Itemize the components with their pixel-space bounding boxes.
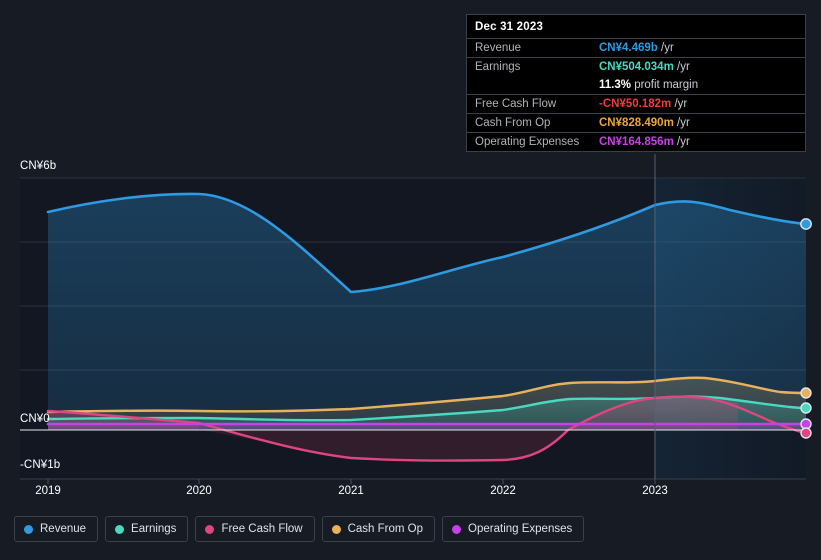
legend-item-operating-expenses[interactable]: Operating Expenses [442, 516, 585, 542]
tooltip-row-operating-expenses: Operating Expenses CN¥164.856m /yr [467, 132, 805, 151]
chart-screenshot: CN¥6b CN¥0 -CN¥1b 2019 2020 2021 2022 20… [0, 0, 821, 560]
earnings-color-dot [115, 524, 125, 534]
operating-expenses-color-dot [452, 524, 462, 534]
x-axis-label-2022: 2022 [490, 485, 516, 497]
hover-tooltip: Dec 31 2023 Revenue CN¥4.469b /yr Earnin… [466, 14, 806, 152]
tooltip-unit-cash-from-op: /yr [677, 117, 690, 129]
tooltip-row-free-cash-flow: Free Cash Flow -CN¥50.182m /yr [467, 94, 805, 114]
revenue-color-dot [24, 524, 33, 534]
legend-item-earnings[interactable]: Earnings [105, 516, 189, 542]
tooltip-unit-profit-margin: profit margin [634, 79, 699, 91]
tooltip-key-revenue: Revenue [467, 38, 591, 58]
tooltip-row-revenue: Revenue CN¥4.469b /yr [467, 38, 805, 58]
tooltip-unit-earnings: /yr [677, 61, 690, 73]
tooltip-amount-cash-from-op: CN¥828.490m [599, 117, 674, 129]
tooltip-unit-operating-expenses: /yr [677, 136, 690, 148]
tooltip-key-free-cash-flow: Free Cash Flow [467, 94, 591, 114]
legend-item-free-cash-flow[interactable]: Free Cash Flow [195, 516, 315, 542]
y-axis-label-0: CN¥0 [20, 413, 50, 425]
legend-label-cash-from-op: Cash From Op [347, 523, 424, 535]
revenue-endpoint-dot [800, 218, 812, 230]
cash-from-op-color-dot [331, 524, 341, 534]
free-cash-flow-color-dot [205, 524, 215, 534]
tooltip-unit-free-cash-flow: /yr [674, 98, 688, 110]
chart-legend: Revenue Earnings Free Cash Flow Cash Fro… [14, 516, 585, 542]
y-axis-label-neg1b: -CN¥1b [20, 459, 61, 471]
tooltip-unit-revenue: /yr [661, 42, 674, 54]
legend-item-revenue[interactable]: Revenue [14, 516, 99, 542]
cash-from-op-endpoint-dot [800, 387, 812, 399]
legend-label-operating-expenses: Operating Expenses [468, 523, 573, 535]
tooltip-amount-earnings: CN¥504.034m [599, 61, 674, 73]
tooltip-amount-operating-expenses: CN¥164.856m [599, 136, 674, 148]
tooltip-value-profit-margin: 11.3% profit margin [591, 76, 805, 95]
tooltip-row-earnings: Earnings CN¥504.034m /yr [467, 57, 805, 76]
y-axis-label-6b: CN¥6b [20, 160, 57, 172]
tooltip-value-operating-expenses: CN¥164.856m /yr [591, 132, 805, 151]
tooltip-value-earnings: CN¥504.034m /yr [591, 57, 805, 76]
tooltip-table: Revenue CN¥4.469b /yr Earnings CN¥504.03… [467, 38, 805, 151]
tooltip-key-operating-expenses: Operating Expenses [467, 132, 591, 151]
tooltip-amount-profit-margin: 11.3% [599, 79, 631, 91]
tooltip-value-revenue: CN¥4.469b /yr [591, 38, 805, 58]
legend-label-free-cash-flow: Free Cash Flow [221, 523, 303, 535]
legend-label-revenue: Revenue [40, 523, 87, 535]
x-tick-marks [47, 479, 656, 484]
free-cash-flow-endpoint-dot [800, 427, 812, 439]
legend-label-earnings: Earnings [131, 523, 177, 535]
tooltip-amount-revenue: CN¥4.469b [599, 42, 658, 54]
x-axis-label-2020: 2020 [186, 485, 212, 497]
tooltip-row-cash-from-op: Cash From Op CN¥828.490m /yr [467, 113, 805, 133]
tooltip-value-free-cash-flow: -CN¥50.182m /yr [591, 94, 805, 114]
x-axis-label-2019: 2019 [35, 485, 61, 497]
tooltip-key-earnings: Earnings [467, 57, 591, 76]
tooltip-value-cash-from-op: CN¥828.490m /yr [591, 113, 805, 133]
earnings-endpoint-dot [800, 402, 812, 414]
tooltip-date: Dec 31 2023 [475, 21, 544, 33]
x-axis-label-2021: 2021 [338, 485, 364, 497]
tooltip-key-cash-from-op: Cash From Op [467, 113, 591, 133]
tooltip-row-profit-margin: 11.3% profit margin [467, 76, 805, 95]
tooltip-amount-free-cash-flow: -CN¥50.182m [599, 98, 672, 110]
x-axis-label-2023: 2023 [642, 485, 668, 497]
legend-item-cash-from-op[interactable]: Cash From Op [321, 516, 436, 542]
tooltip-key-profit-margin [467, 76, 591, 95]
